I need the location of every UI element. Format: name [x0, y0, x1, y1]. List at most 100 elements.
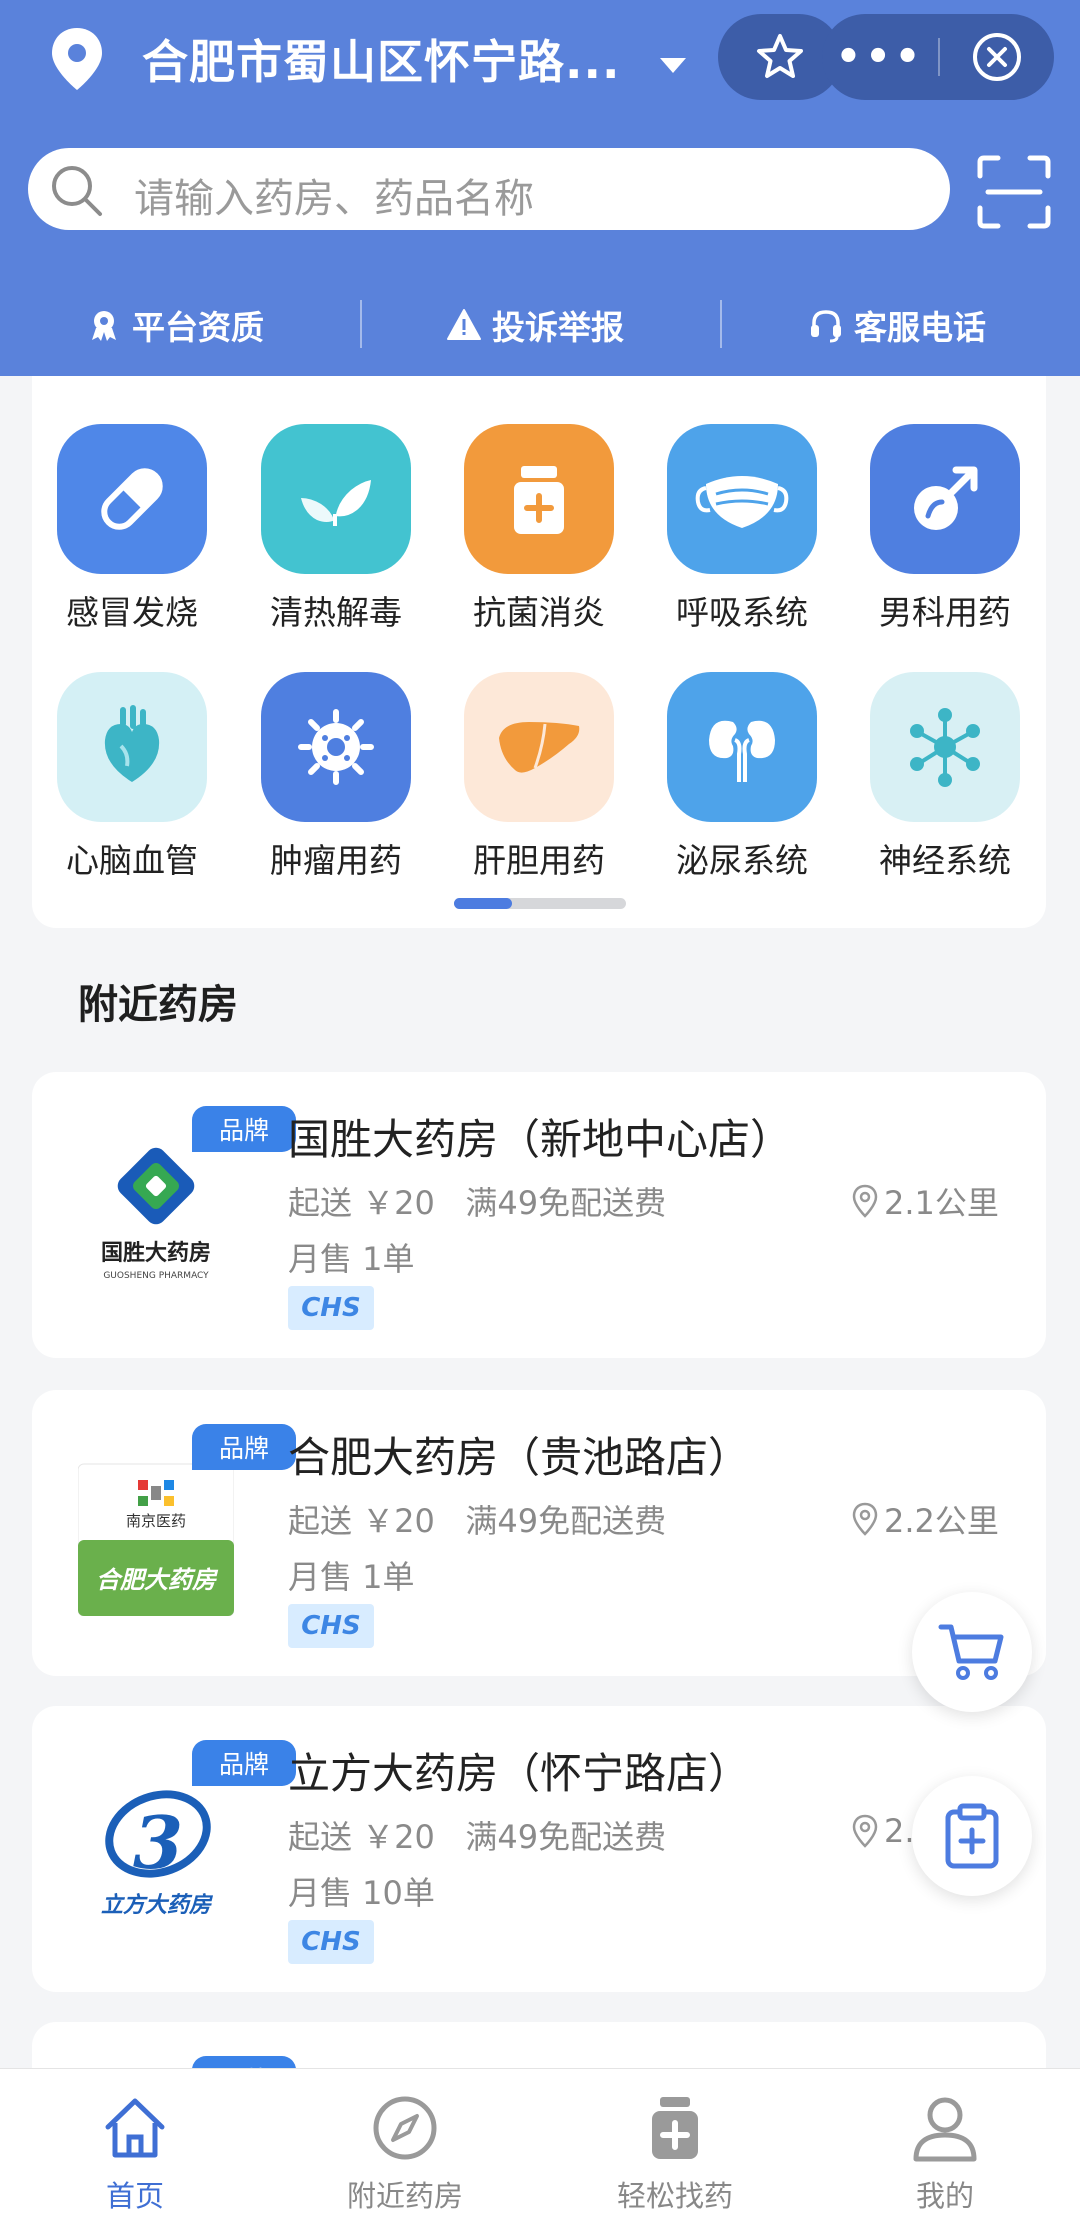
- category-oncology[interactable]: 肿瘤用药: [256, 672, 416, 882]
- tab-label: 我的: [915, 2179, 974, 2213]
- award-icon: [92, 311, 116, 341]
- category-label: 肿瘤用药: [270, 841, 402, 880]
- chs-badge: CHS: [288, 1604, 374, 1648]
- tab-profile[interactable]: 我的: [810, 2069, 1080, 2223]
- neuron-icon: [870, 672, 1020, 822]
- close-icon: [973, 33, 1021, 81]
- headset-icon: [811, 310, 841, 343]
- store-name: 立方大药房（怀宁路店）: [288, 1749, 751, 1798]
- tab-bar: 首页 附近药房 轻松找药 我的: [0, 2068, 1080, 2223]
- info-link-label: 客服电话: [854, 308, 986, 347]
- store-card[interactable]: 南京医药 合肥大药房 品牌 合肥大药房（贵池路店） 起送 ￥20 满49免配送费…: [32, 1390, 1046, 1676]
- tab-label: 附近药房: [346, 2179, 463, 2213]
- logo-subtext: 南京医药: [126, 1512, 186, 1530]
- clipboard-plus-icon: [945, 1803, 999, 1869]
- store-distance: 2.: [852, 1812, 915, 1850]
- search-icon: [52, 166, 102, 216]
- header: 合肥市蜀山区怀宁路... ••• 请输入药房、药品名称 平台资质 投诉举报 客服…: [0, 0, 1080, 376]
- complaint-report-link[interactable]: 投诉举报: [446, 298, 624, 352]
- store-delivery-info: 起送 ￥20 满49免配送费: [288, 1178, 666, 1224]
- tab-label: 首页: [105, 2179, 164, 2213]
- warning-icon: [447, 309, 481, 340]
- compass-icon: [373, 2096, 437, 2160]
- distance-value: 2.1公里: [884, 1184, 999, 1222]
- leaf-icon: [261, 424, 411, 574]
- user-icon: [913, 2097, 977, 2162]
- location-outline-icon: [852, 1184, 878, 1218]
- info-link-label: 平台资质: [132, 308, 264, 347]
- location-text[interactable]: 合肥市蜀山区怀宁路...: [142, 26, 620, 92]
- category-male-health[interactable]: 男科用药: [865, 424, 1025, 634]
- location-dropdown-icon[interactable]: [660, 58, 686, 73]
- category-label: 清热解毒: [270, 593, 402, 632]
- star-icon: [757, 34, 803, 78]
- category-label: 男科用药: [879, 593, 1011, 632]
- store-name: 国胜大药房（新地中心店）: [288, 1115, 793, 1164]
- min-order: 起送 ￥20: [288, 1502, 435, 1540]
- tab-nearby-pharmacy[interactable]: 附近药房: [270, 2069, 540, 2223]
- logo-subtext: GUOSHENG PHARMACY: [103, 1271, 209, 1281]
- category-label: 神经系统: [879, 841, 1011, 880]
- section-title: 附近药房: [78, 982, 238, 1028]
- monthly-sales: 月售 1单: [288, 1240, 415, 1278]
- medicine-bottle-icon: [652, 2097, 698, 2159]
- search-input[interactable]: 请输入药房、药品名称: [28, 148, 950, 230]
- close-button[interactable]: [940, 14, 1054, 100]
- category-label: 感冒发烧: [66, 593, 198, 632]
- mini-program-capsule: •••: [822, 14, 1054, 100]
- location-outline-icon: [852, 1814, 878, 1848]
- brand-tag: 品牌: [192, 1740, 296, 1786]
- category-urinary[interactable]: 泌尿系统: [662, 672, 822, 882]
- category-respiratory[interactable]: 呼吸系统: [662, 424, 822, 634]
- customer-service-link[interactable]: 客服电话: [808, 298, 986, 352]
- brand-tag: 品牌: [192, 1106, 296, 1152]
- mask-icon: [667, 424, 817, 574]
- prescription-button[interactable]: [912, 1776, 1032, 1896]
- store-logo: 3 立方大药房: [78, 1776, 234, 1932]
- category-heat-detox[interactable]: 清热解毒: [256, 424, 416, 634]
- more-icon[interactable]: •••: [822, 14, 938, 100]
- male-symbol-icon: [870, 424, 1020, 574]
- category-cold-fever[interactable]: 感冒发烧: [52, 424, 212, 634]
- category-nervous[interactable]: 神经系统: [865, 672, 1025, 882]
- liver-icon: [464, 672, 614, 822]
- category-grid: 感冒发烧 清热解毒 抗菌消炎 呼吸系统 男科用药 心脑血管 肿瘤用药 肝胆用药 …: [32, 376, 1046, 928]
- home-icon: [105, 2098, 165, 2158]
- logo-text: 合肥大药房: [96, 1565, 219, 1594]
- cart-button[interactable]: [912, 1592, 1032, 1712]
- logo-text: 立方大药房: [101, 1892, 214, 1918]
- virus-icon: [261, 672, 411, 822]
- store-delivery-info: 起送 ￥20 满49免配送费: [288, 1812, 666, 1858]
- category-antibacterial[interactable]: 抗菌消炎: [459, 424, 619, 634]
- cart-icon: [938, 1624, 1004, 1680]
- tab-home[interactable]: 首页: [0, 2069, 270, 2223]
- brand-tag: 品牌: [192, 1424, 296, 1470]
- category-cardio[interactable]: 心脑血管: [52, 672, 212, 882]
- category-label: 抗菌消炎: [473, 593, 605, 632]
- store-card[interactable]: 国胜大药房 GUOSHENG PHARMACY 品牌 国胜大药房（新地中心店） …: [32, 1072, 1046, 1358]
- location-pin-icon[interactable]: [42, 24, 112, 94]
- heart-organ-icon: [57, 672, 207, 822]
- platform-qualification-link[interactable]: 平台资质: [86, 298, 264, 352]
- tab-label: 轻松找药: [616, 2179, 733, 2213]
- distance-value: 2.: [884, 1812, 915, 1850]
- category-label: 呼吸系统: [676, 593, 808, 632]
- scan-icon[interactable]: [976, 154, 1052, 230]
- logo-subtext: 3: [133, 1800, 183, 1885]
- monthly-sales: 月售 1单: [288, 1558, 415, 1596]
- info-divider: [720, 300, 722, 348]
- monthly-sales: 月售 10单: [288, 1874, 435, 1912]
- kidney-icon: [667, 672, 817, 822]
- store-logo: 国胜大药房 GUOSHENG PHARMACY: [78, 1142, 234, 1298]
- store-distance: 2.1公里: [852, 1178, 999, 1224]
- capsule-icon: [57, 424, 207, 574]
- min-order: 起送 ￥20: [288, 1184, 435, 1222]
- store-distance: 2.2公里: [852, 1496, 999, 1542]
- free-delivery: 满49免配送费: [465, 1818, 667, 1856]
- category-liver[interactable]: 肝胆用药: [459, 672, 619, 882]
- category-scroll-thumb: [454, 898, 512, 909]
- search-placeholder: 请输入药房、药品名称: [134, 176, 534, 222]
- category-scroll-indicator: [454, 898, 626, 909]
- store-card[interactable]: 3 立方大药房 品牌 立方大药房（怀宁路店） 起送 ￥20 满49免配送费 2.…: [32, 1706, 1046, 1992]
- tab-find-medicine[interactable]: 轻松找药: [540, 2069, 810, 2223]
